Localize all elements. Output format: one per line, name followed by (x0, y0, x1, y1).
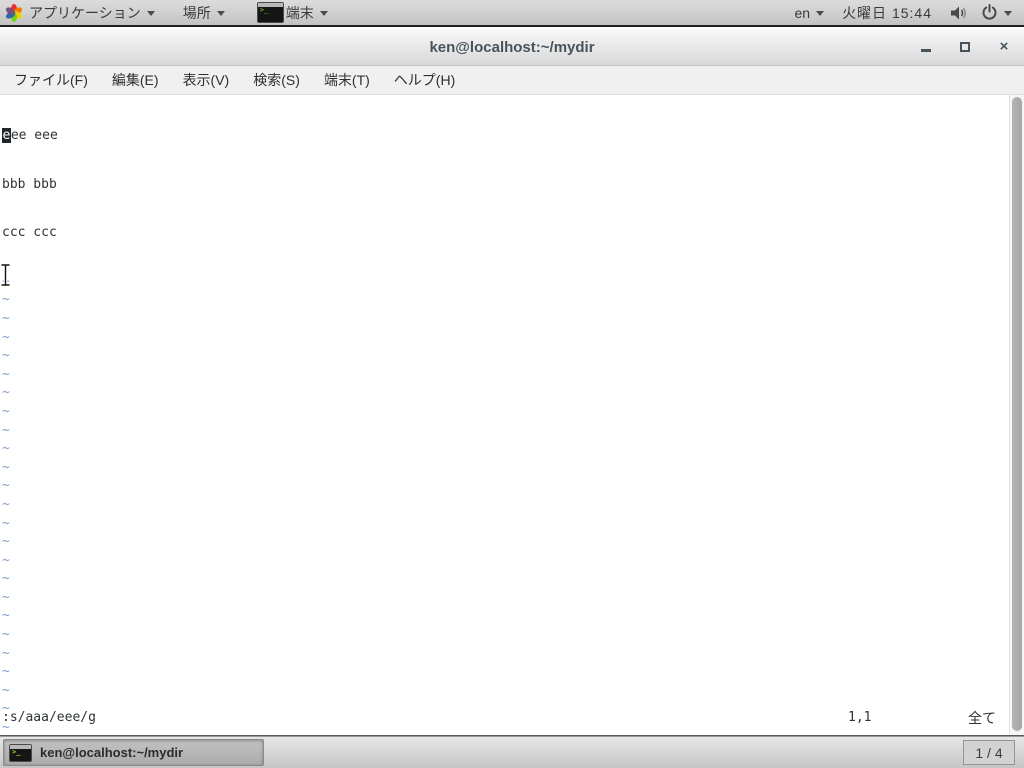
vim-command-line: :s/aaa/eee/g (2, 710, 96, 725)
buffer-line-1-rest: ee eee (10, 128, 58, 143)
tilde-line: ~ (2, 441, 10, 457)
buffer-line-2: bbb bbb (2, 176, 57, 192)
terminal-window: ken@localhost:~/mydir × ファイル(F) 編集(E) 表示… (0, 29, 1024, 768)
menu-view[interactable]: 表示(V) (179, 68, 234, 92)
tilde-line: ~ (2, 534, 10, 550)
terminal-icon: >_ (9, 743, 32, 762)
task-button-terminal[interactable]: >_ ken@localhost:~/mydir (3, 739, 264, 766)
task-button-label: ken@localhost:~/mydir (40, 745, 184, 760)
tilde-line: ~ (2, 496, 10, 512)
terminal-icon: >_ (256, 2, 284, 23)
tilde-line: ~ (2, 571, 10, 587)
tilde-line: ~ (2, 310, 10, 326)
tilde-line: ~ (2, 273, 10, 289)
power-icon (982, 4, 997, 20)
speaker-icon (951, 6, 966, 19)
tilde-line: ~ (2, 552, 10, 568)
scrollbar-thumb[interactable] (1012, 97, 1022, 731)
menu-terminal[interactable]: 端末(T) (320, 68, 374, 92)
menu-help[interactable]: ヘルプ(H) (390, 68, 459, 92)
vim-ruler: 1,1 (848, 710, 872, 725)
tilde-line: ~ (2, 366, 10, 382)
session-menu[interactable] (977, 0, 1016, 25)
top-panel: アプリケーション 場所 >_ 端末 en 火曜日 15:44 (0, 0, 1024, 27)
menu-edit[interactable]: 編集(E) (108, 68, 163, 92)
tilde-line: ~ (2, 589, 10, 605)
tilde-line: ~ (2, 385, 10, 401)
window-title: ken@localhost:~/mydir (429, 38, 595, 56)
close-icon: × (999, 38, 1009, 55)
tilde-line: ~ (2, 403, 10, 419)
places-label: 場所 (182, 4, 211, 21)
tilde-line: ~ (2, 645, 10, 661)
close-button[interactable]: × (997, 38, 1011, 55)
tilde-line: ~ (2, 682, 10, 698)
vim-status-line: :s/aaa/eee/g 1,1 全て (2, 709, 1007, 727)
applications-icon (5, 3, 23, 22)
keyboard-layout-label: en (794, 4, 811, 21)
chevron-down-icon (816, 11, 825, 16)
keyboard-layout-indicator[interactable]: en (790, 0, 828, 25)
applications-menu[interactable]: アプリケーション (0, 0, 163, 25)
tilde-line: ~ (2, 515, 10, 531)
buffer-line-3: ccc ccc (2, 225, 57, 241)
tilde-line: ~ (2, 348, 10, 364)
minimize-button[interactable] (919, 40, 933, 54)
chevron-down-icon (216, 11, 225, 16)
vim-buffer: eee eee bbb bbb ccc ccc ~ ~ ~ ~ ~ ~ ~ ~ ~ ~ ~ ~ ~ ~ ~ ~… (2, 97, 1007, 768)
terminal-screen[interactable]: eee eee bbb bbb ccc ccc ~ ~ ~ ~ ~ ~ ~ ~ ~ ~ ~ ~ ~ ~ ~ ~… (0, 95, 1024, 768)
workspace-switcher[interactable]: 1 / 4 (963, 740, 1015, 765)
applications-label: アプリケーション (29, 4, 141, 21)
titlebar[interactable]: ken@localhost:~/mydir × (0, 29, 1024, 66)
chevron-down-icon (319, 11, 328, 16)
maximize-icon (960, 42, 970, 52)
panel-status-area: en 火曜日 15:44 (790, 0, 1024, 25)
vim-scroll-indicator: 全て (968, 710, 996, 726)
tilde-line: ~ (2, 292, 10, 308)
app-menu-label: 端末 (285, 4, 314, 21)
tilde-lines: ~~~~~~~~~~~~~~~~~~~~~~~~~~~~~~ (2, 273, 1007, 768)
window-controls: × (919, 29, 1011, 65)
clock[interactable]: 火曜日 15:44 (842, 3, 932, 23)
menu-file[interactable]: ファイル(F) (10, 68, 92, 92)
chevron-down-icon (146, 11, 155, 16)
vim-cursor: e (2, 128, 11, 143)
menubar: ファイル(F) 編集(E) 表示(V) 検索(S) 端末(T) ヘルプ(H) (0, 66, 1024, 95)
minimize-icon (921, 49, 931, 52)
menu-search[interactable]: 検索(S) (249, 68, 304, 92)
tilde-line: ~ (2, 627, 10, 643)
taskbar: >_ ken@localhost:~/mydir 1 / 4 (0, 736, 1024, 768)
tilde-line: ~ (2, 422, 10, 438)
tilde-line: ~ (2, 478, 10, 494)
volume-control[interactable] (946, 0, 973, 25)
maximize-button[interactable] (958, 40, 972, 54)
scrollbar[interactable] (1009, 95, 1024, 735)
tilde-line: ~ (2, 329, 10, 345)
buffer-line-1: eee eee (2, 127, 1007, 146)
chevron-down-icon (1004, 11, 1012, 16)
app-menu-terminal[interactable]: >_ 端末 (249, 0, 336, 25)
tilde-line: ~ (2, 664, 10, 680)
places-menu[interactable]: 場所 (175, 0, 233, 25)
tilde-line: ~ (2, 459, 10, 475)
tilde-line: ~ (2, 608, 10, 624)
